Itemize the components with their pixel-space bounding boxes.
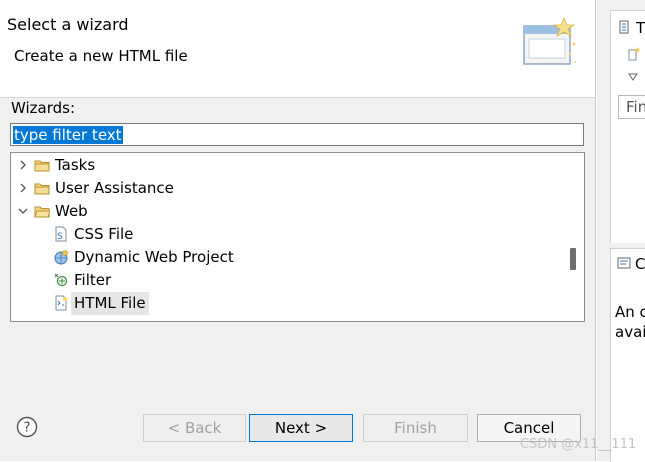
tree-item-user-assistance[interactable]: User Assistance <box>11 177 566 200</box>
wizard-title: Select a wizard <box>7 15 129 34</box>
chevron-down-icon[interactable] <box>18 206 28 216</box>
tree-item-tasks[interactable]: Tasks <box>11 154 566 177</box>
folder-icon <box>34 160 50 172</box>
view-tab-icon <box>619 20 629 34</box>
tree-item-label: Tasks <box>55 156 96 174</box>
tree-item-label: Web <box>55 202 88 220</box>
view-tab-icon <box>617 257 631 269</box>
tree-item-css-file[interactable]: S CSS File <box>11 223 566 246</box>
wizard-tree[interactable]: Tasks User Assistance Web S CSS File Dyn… <box>10 152 585 322</box>
new-item-icon[interactable] <box>627 47 641 61</box>
folder-icon <box>34 183 50 195</box>
wizards-label: Wizards: <box>11 99 76 117</box>
tree-item-label: User Assistance <box>55 179 174 197</box>
side-view-top: T <box>610 10 645 243</box>
side-view-bottom: C An c avail <box>610 248 645 462</box>
tree-scrollbar-thumb[interactable] <box>570 248 576 270</box>
side-view-text-line-1: An c <box>615 303 645 321</box>
tree-item-label: Dynamic Web Project <box>74 248 234 266</box>
svg-text:?: ? <box>24 421 31 436</box>
tree-item-label: Filter <box>74 271 112 289</box>
filter-input[interactable]: type filter text <box>10 123 584 146</box>
back-button[interactable]: < Back <box>143 414 246 442</box>
folder-open-icon <box>34 206 50 218</box>
wizard-dialog: Select a wizard Create a new HTML file W… <box>0 0 596 461</box>
filter-icon <box>54 273 68 287</box>
chevron-right-icon[interactable] <box>18 183 28 193</box>
wizard-banner-icon <box>523 16 576 65</box>
svg-text:S: S <box>57 232 63 242</box>
watermark: CSDN @x11__111 <box>520 437 637 452</box>
tree-item-label: CSS File <box>74 225 134 243</box>
side-view-text-line-2: avail <box>615 323 645 341</box>
tree-item-label: HTML File <box>71 292 149 315</box>
tree-item-html-file[interactable]: HTML File <box>11 292 566 315</box>
find-input[interactable]: Fin <box>618 95 645 119</box>
tree-item-dynamic-web-project[interactable]: Dynamic Web Project <box>11 246 566 269</box>
finish-button[interactable]: Finish <box>363 414 468 442</box>
tree-item-web[interactable]: Web <box>11 200 566 223</box>
dropdown-arrow-icon[interactable] <box>628 73 638 81</box>
wizard-header: Select a wizard Create a new HTML file <box>0 0 595 98</box>
help-icon[interactable]: ? <box>16 416 38 438</box>
side-view-title[interactable]: C <box>635 255 645 273</box>
tree-item-filter[interactable]: Filter <box>11 269 566 292</box>
css-file-icon: S <box>55 226 67 242</box>
filter-input-text[interactable]: type filter text <box>13 126 123 144</box>
side-view-title[interactable]: T <box>636 19 645 37</box>
next-button[interactable]: Next > <box>249 414 353 442</box>
wizard-subtitle: Create a new HTML file <box>14 47 188 65</box>
html-file-icon <box>55 295 68 311</box>
web-project-icon <box>54 250 68 265</box>
chevron-right-icon[interactable] <box>18 160 28 170</box>
